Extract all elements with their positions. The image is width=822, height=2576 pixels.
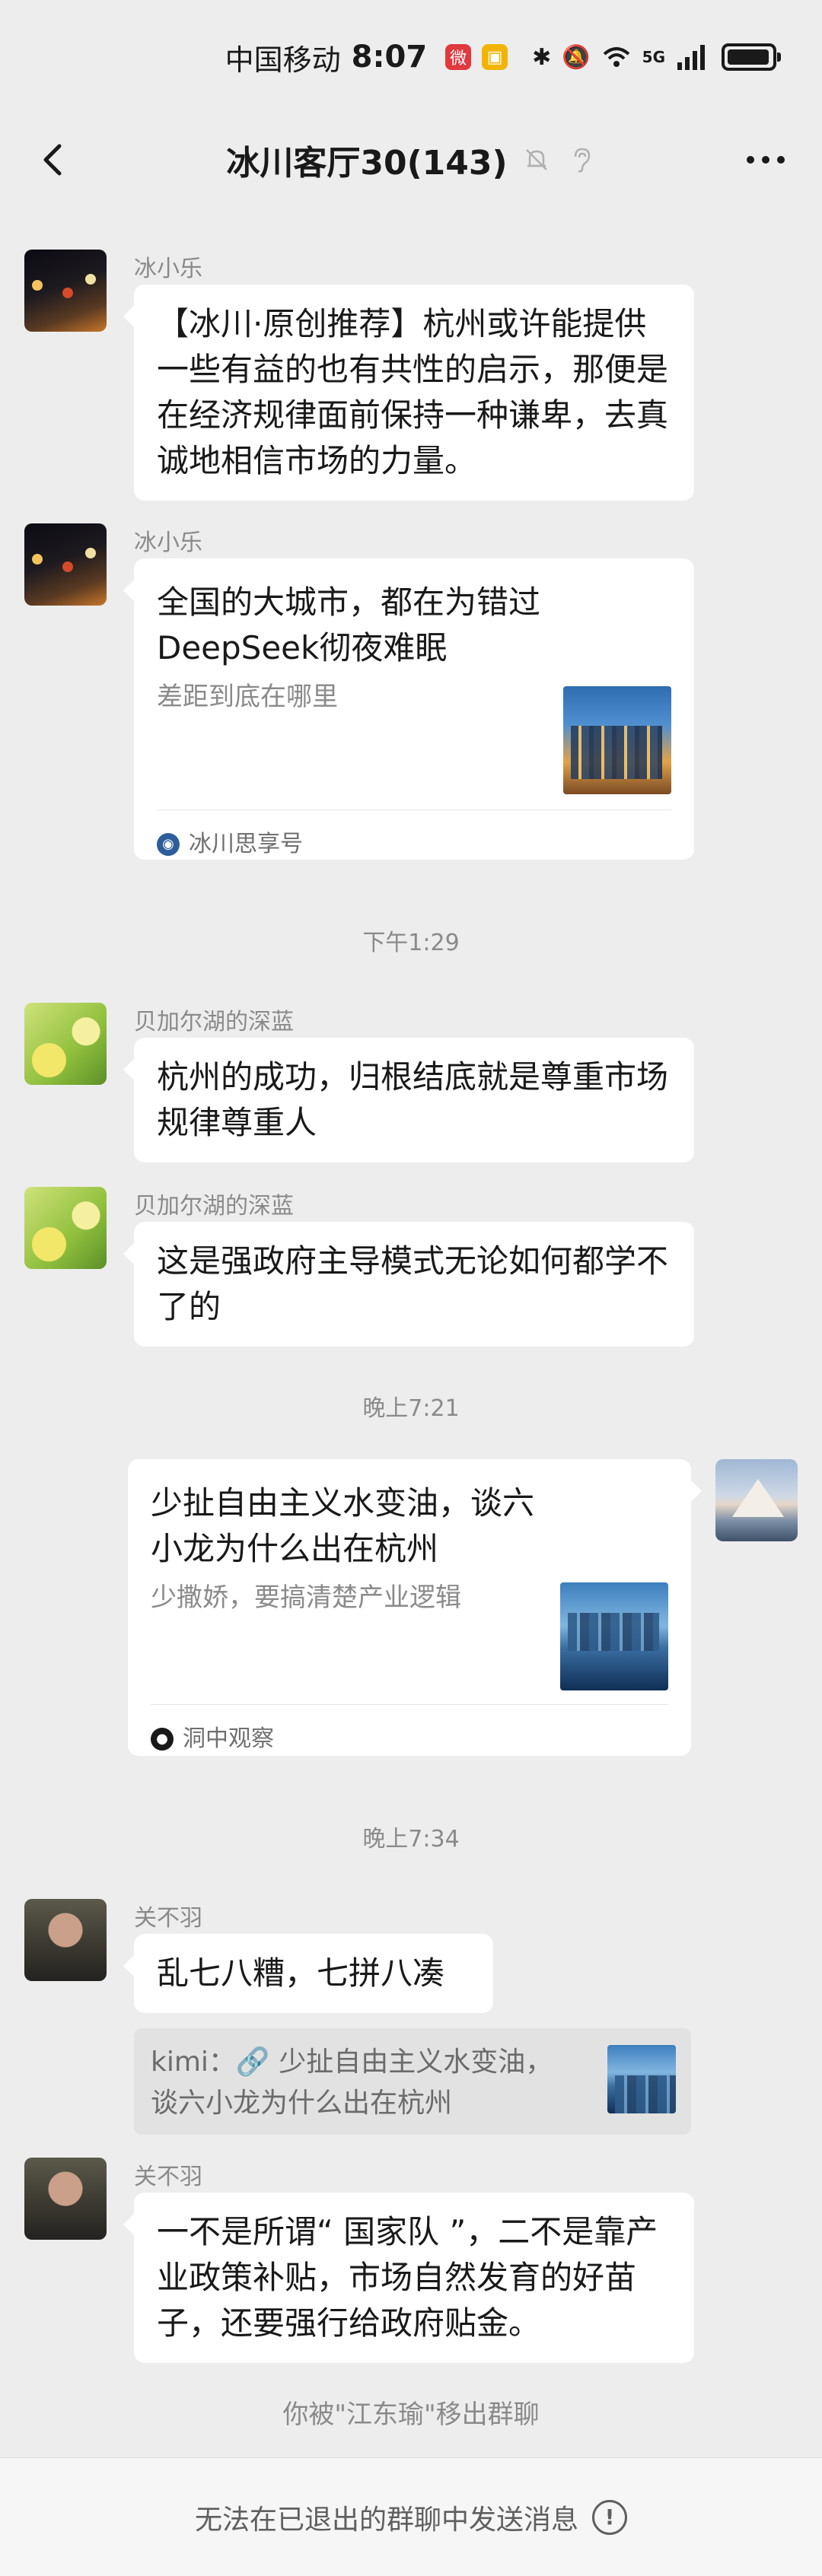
sender-name: 冰小乐 (134, 256, 202, 282)
ear-icon (574, 148, 590, 173)
avatar[interactable] (24, 523, 107, 606)
avatar[interactable] (24, 1003, 107, 1085)
quoted-message[interactable]: kimi：🔗 少扯自由主义水变油，谈六小龙为什么出在杭州 (134, 2028, 691, 2135)
article-card[interactable]: 少扯自由主义水变油，谈六小龙为什么出在杭州 少撒娇，要搞清楚产业逻辑 ● 洞中观… (128, 1459, 702, 1756)
card-thumbnail (560, 1582, 668, 1690)
card-description: 差距到底在哪里 (157, 682, 338, 712)
message-item: 关不羽 乱七八糟，七拼八凑 kimi：🔗 少扯自由主义水变油，谈六小龙为什么出在… (0, 1899, 822, 2142)
network-type: 5G (642, 48, 665, 66)
system-notice: 你被"江东瑜"移出群聊 (282, 2399, 540, 2430)
source-logo-icon: ● (151, 1728, 174, 1751)
message-bubble[interactable]: 乱七八糟，七拼八凑 (123, 1934, 493, 2013)
avatar[interactable] (24, 2158, 107, 2240)
message-item: 贝加尔湖的深蓝 这是强政府主导模式无论如何都学不了的 (0, 1187, 822, 1347)
avatar[interactable] (24, 1899, 107, 1981)
source-logo-icon: ◉ (157, 833, 180, 856)
weibo-icon: 微 (445, 44, 472, 70)
message-bubble[interactable]: 一不是所谓“ 国家队 ”，二不是靠产业政策补贴，市场自然发育的好苗子，还要强行给… (123, 2193, 694, 2363)
quote-thumbnail (607, 2045, 676, 2113)
card-title: 少扯自由主义水变油，谈六小龙为什么出在杭州 (151, 1484, 535, 1567)
sender-name: 贝加尔湖的深蓝 (134, 1009, 294, 1035)
avatar[interactable] (715, 1459, 798, 1541)
timestamp: 晚上7:21 (362, 1395, 460, 1422)
chat-title: 冰川客厅30(143) (226, 144, 508, 183)
more-icon[interactable] (735, 129, 796, 190)
mute-bell-icon (525, 149, 547, 170)
card-divider (151, 1704, 668, 1705)
mute-icon: 🔕 (562, 43, 591, 71)
timestamp: 晚上7:34 (362, 1826, 460, 1852)
card-source-name: 冰川思享号 (189, 831, 303, 857)
bluetooth-icon: ✱ (532, 43, 552, 71)
card-thumbnail (563, 686, 671, 794)
card-source: ● 洞中观察 (151, 1716, 274, 1762)
app-badge-icon: ▣ (482, 44, 508, 70)
timestamp: 下午1:29 (362, 930, 460, 956)
disabled-notice: 无法在已退出的群聊中发送消息 (194, 2504, 578, 2536)
card-source: ◉ 冰川思享号 (157, 822, 303, 867)
card-divider (157, 809, 671, 810)
sender-name: 贝加尔湖的深蓝 (134, 1193, 294, 1220)
sender-name: 关不羽 (134, 1905, 202, 1932)
message-bubble[interactable]: 杭州的成功，归根结底就是尊重市场规律尊重人 (123, 1038, 694, 1162)
card-source-name: 洞中观察 (183, 1725, 274, 1752)
input-disabled-bar: 无法在已退出的群聊中发送消息 ! (0, 2457, 822, 2576)
message-item: 冰小乐 全国的大城市，都在为错过DeepSeek彻夜难眠 差距到底在哪里 ◉ 冰… (0, 523, 822, 860)
alert-icon[interactable]: ! (592, 2499, 627, 2535)
status-bar: 中国移动 8:07 微 ▣ ✱ 🔕 5G (0, 0, 822, 114)
chat-area[interactable]: 冰小乐 【冰川·原创推荐】杭州或许能提供一些有益的也有共性的启示，那便是在经济规… (0, 205, 822, 2457)
clock: 8:07 (351, 40, 428, 75)
message-item: 冰小乐 【冰川·原创推荐】杭州或许能提供一些有益的也有共性的启示，那便是在经济规… (0, 250, 822, 501)
chat-title-group: 冰川客厅30(143) (226, 135, 595, 184)
avatar[interactable] (24, 250, 107, 332)
avatar[interactable] (24, 1187, 107, 1269)
message-item: 贝加尔湖的深蓝 杭州的成功，归根结底就是尊重市场规律尊重人 (0, 1003, 822, 1162)
signal-icon (677, 45, 705, 70)
message-bubble[interactable]: 这是强政府主导模式无论如何都学不了的 (123, 1222, 694, 1347)
card-description: 少撒娇，要搞清楚产业逻辑 (151, 1582, 461, 1613)
sender-name: 冰小乐 (134, 530, 202, 556)
quote-text: kimi：🔗 少扯自由主义水变油，谈六小龙为什么出在杭州 (151, 2046, 553, 2119)
back-icon[interactable] (26, 129, 87, 190)
message-item: 关不羽 一不是所谓“ 国家队 ”，二不是靠产业政策补贴，市场自然发育的好苗子，还… (0, 2158, 822, 2401)
carrier-label: 中国移动 (225, 43, 341, 77)
article-card[interactable]: 全国的大城市，都在为错过DeepSeek彻夜难眠 差距到底在哪里 ◉ 冰川思享号 (123, 558, 694, 860)
wifi-icon (603, 47, 629, 67)
message-item-self: 少扯自由主义水变油，谈六小龙为什么出在杭州 少撒娇，要搞清楚产业逻辑 ● 洞中观… (0, 1459, 822, 1763)
message-bubble[interactable]: 【冰川·原创推荐】杭州或许能提供一些有益的也有共性的启示，那便是在经济规律面前保… (123, 285, 694, 501)
card-title: 全国的大城市，都在为错过DeepSeek彻夜难眠 (157, 584, 541, 666)
battery-icon (722, 43, 781, 71)
sender-name: 关不羽 (134, 2164, 202, 2190)
chat-header: 冰川客厅30(143) (0, 114, 822, 205)
